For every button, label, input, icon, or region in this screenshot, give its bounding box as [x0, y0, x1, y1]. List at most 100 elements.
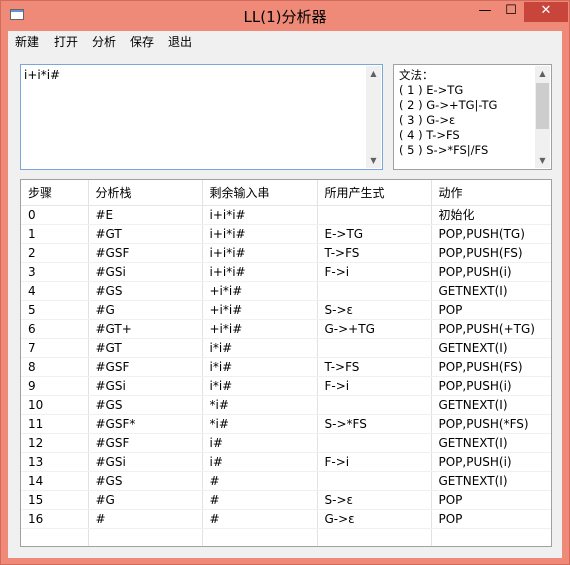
table-body: 0 #E i+i*i# 初始化 1 #GT i+i*i# E->TG POP,PUSH(TG) 2…: [21, 205, 551, 546]
header-stack[interactable]: 分析栈: [88, 180, 203, 206]
step-cell: 0: [21, 205, 89, 225]
remaining-input-cell: i*i#: [202, 357, 318, 377]
table-row[interactable]: 16 # # G->ε POP: [21, 509, 551, 529]
production-cell: G->+TG: [317, 319, 432, 339]
action-cell: GETNEXT(I): [431, 395, 551, 415]
step-cell: 4: [21, 281, 89, 301]
table-row[interactable]: 4 #GS +i*i# GETNEXT(I): [21, 281, 551, 301]
empty-cell: [202, 528, 318, 546]
analysis-table: 步骤 分析栈 剩余输入串 所用产生式 动作 0 #E i+i*i# 初始化 1 #GT i+i*i#…: [21, 180, 551, 546]
production-cell: S->ε: [317, 300, 432, 320]
table-row[interactable]: 15 #G # S->ε POP: [21, 490, 551, 510]
stack-cell: #GS: [88, 471, 203, 491]
action-cell: POP,PUSH(TG): [431, 224, 551, 244]
table-row[interactable]: 5 #G +i*i# S->ε POP: [21, 300, 551, 320]
table-row[interactable]: 11 #GSF* *i# S->*FS POP,PUSH(*FS): [21, 414, 551, 434]
table-row[interactable]: 6 #GT+ +i*i# G->+TG POP,PUSH(+TG): [21, 319, 551, 339]
grammar-rule: ( 4 ) T->FS: [399, 128, 460, 142]
remaining-input-cell: i+i*i#: [202, 224, 318, 244]
table-row[interactable]: 0 #E i+i*i# 初始化: [21, 205, 551, 225]
stack-cell: #: [88, 509, 203, 529]
table-row[interactable]: 3 #GSi i+i*i# F->i POP,PUSH(i): [21, 262, 551, 282]
remaining-input-cell: #: [202, 490, 318, 510]
action-cell: GETNEXT(I): [431, 338, 551, 358]
scroll-down-arrow-icon[interactable]: ▼: [535, 153, 550, 168]
production-cell: T->FS: [317, 243, 432, 263]
table-header-row: 步骤 分析栈 剩余输入串 所用产生式 动作: [21, 180, 551, 206]
client-area: 新建 打开 分析 保存 退出 i+i*i# ▲ ▼ 文法： ( 1 ) E->T…: [8, 31, 562, 558]
step-cell: 9: [21, 376, 89, 396]
header-remaining-input[interactable]: 剩余输入串: [202, 180, 318, 206]
table-row[interactable]: 9 #GSi i*i# F->i POP,PUSH(i): [21, 376, 551, 396]
close-button[interactable]: ✕: [524, 2, 568, 22]
production-cell: [317, 205, 432, 225]
grammar-rule: ( 2 ) G->+TG|-TG: [399, 98, 498, 112]
scroll-up-arrow-icon[interactable]: ▲: [366, 66, 381, 81]
stack-cell: #GS: [88, 395, 203, 415]
menu-save[interactable]: 保存: [129, 34, 155, 50]
production-cell: F->i: [317, 452, 432, 472]
stack-cell: #GSF*: [88, 414, 203, 434]
menu-new[interactable]: 新建: [14, 34, 40, 50]
grammar-scrollbar[interactable]: ▲ ▼: [535, 66, 550, 168]
table-row[interactable]: 10 #GS *i# GETNEXT(I): [21, 395, 551, 415]
table-row[interactable]: 14 #GS # GETNEXT(I): [21, 471, 551, 491]
menu-open[interactable]: 打开: [53, 34, 79, 50]
input-scrollbar[interactable]: ▲ ▼: [366, 66, 381, 168]
input-string-value: i+i*i#: [24, 68, 61, 82]
grammar-rule: ( 1 ) E->TG: [399, 83, 464, 97]
production-cell: G->ε: [317, 509, 432, 529]
step-cell: 2: [21, 243, 89, 263]
remaining-input-cell: i#: [202, 452, 318, 472]
step-cell: 15: [21, 490, 89, 510]
action-cell: POP,PUSH(FS): [431, 243, 551, 263]
step-cell: 8: [21, 357, 89, 377]
action-cell: POP: [431, 300, 551, 320]
production-cell: F->i: [317, 376, 432, 396]
step-cell: 10: [21, 395, 89, 415]
scroll-up-arrow-icon[interactable]: ▲: [535, 66, 550, 81]
stack-cell: #G: [88, 490, 203, 510]
remaining-input-cell: i#: [202, 433, 318, 453]
remaining-input-cell: i*i#: [202, 338, 318, 358]
grammar-list: 文法： ( 1 ) E->TG ( 2 ) G->+TG|-TG ( 3 ) G…: [399, 68, 529, 158]
action-cell: POP,PUSH(i): [431, 452, 551, 472]
action-cell: POP: [431, 490, 551, 510]
stack-cell: #G: [88, 300, 203, 320]
scroll-down-arrow-icon[interactable]: ▼: [366, 153, 381, 168]
scroll-thumb[interactable]: [536, 83, 549, 129]
step-cell: 13: [21, 452, 89, 472]
remaining-input-cell: i*i#: [202, 376, 318, 396]
production-cell: [317, 338, 432, 358]
menu-analyze[interactable]: 分析: [91, 34, 117, 50]
remaining-input-cell: i+i*i#: [202, 243, 318, 263]
production-cell: [317, 281, 432, 301]
menu-exit[interactable]: 退出: [167, 34, 193, 50]
table-row[interactable]: 2 #GSF i+i*i# T->FS POP,PUSH(FS): [21, 243, 551, 263]
empty-cell: [88, 528, 203, 546]
action-cell: POP,PUSH(i): [431, 262, 551, 282]
grammar-panel[interactable]: 文法： ( 1 ) E->TG ( 2 ) G->+TG|-TG ( 3 ) G…: [393, 64, 552, 170]
header-action[interactable]: 动作: [431, 180, 551, 206]
table-row[interactable]: 7 #GT i*i# GETNEXT(I): [21, 338, 551, 358]
analysis-table-panel: 步骤 分析栈 剩余输入串 所用产生式 动作 0 #E i+i*i# 初始化 1 #GT i+i*i#…: [20, 179, 552, 547]
maximize-button[interactable]: ☐: [498, 2, 524, 22]
stack-cell: #GSF: [88, 243, 203, 263]
action-cell: 初始化: [431, 205, 551, 225]
header-step[interactable]: 步骤: [21, 180, 89, 206]
remaining-input-cell: +i*i#: [202, 281, 318, 301]
table-row[interactable]: 1 #GT i+i*i# E->TG POP,PUSH(TG): [21, 224, 551, 244]
empty-cell: [431, 528, 551, 546]
action-cell: POP: [431, 509, 551, 529]
remaining-input-cell: +i*i#: [202, 319, 318, 339]
title-bar[interactable]: LL(1)分析器 — ☐ ✕: [1, 1, 569, 31]
table-row[interactable]: 12 #GSF i# GETNEXT(I): [21, 433, 551, 453]
grammar-rule: ( 3 ) G->ε: [399, 113, 456, 127]
header-production[interactable]: 所用产生式: [317, 180, 432, 206]
input-string-textarea[interactable]: i+i*i# ▲ ▼: [20, 64, 383, 170]
stack-cell: #GSF: [88, 357, 203, 377]
table-row[interactable]: 8 #GSF i*i# T->FS POP,PUSH(FS): [21, 357, 551, 377]
step-cell: 11: [21, 414, 89, 434]
minimize-button[interactable]: —: [472, 2, 498, 22]
table-row[interactable]: 13 #GSi i# F->i POP,PUSH(i): [21, 452, 551, 472]
